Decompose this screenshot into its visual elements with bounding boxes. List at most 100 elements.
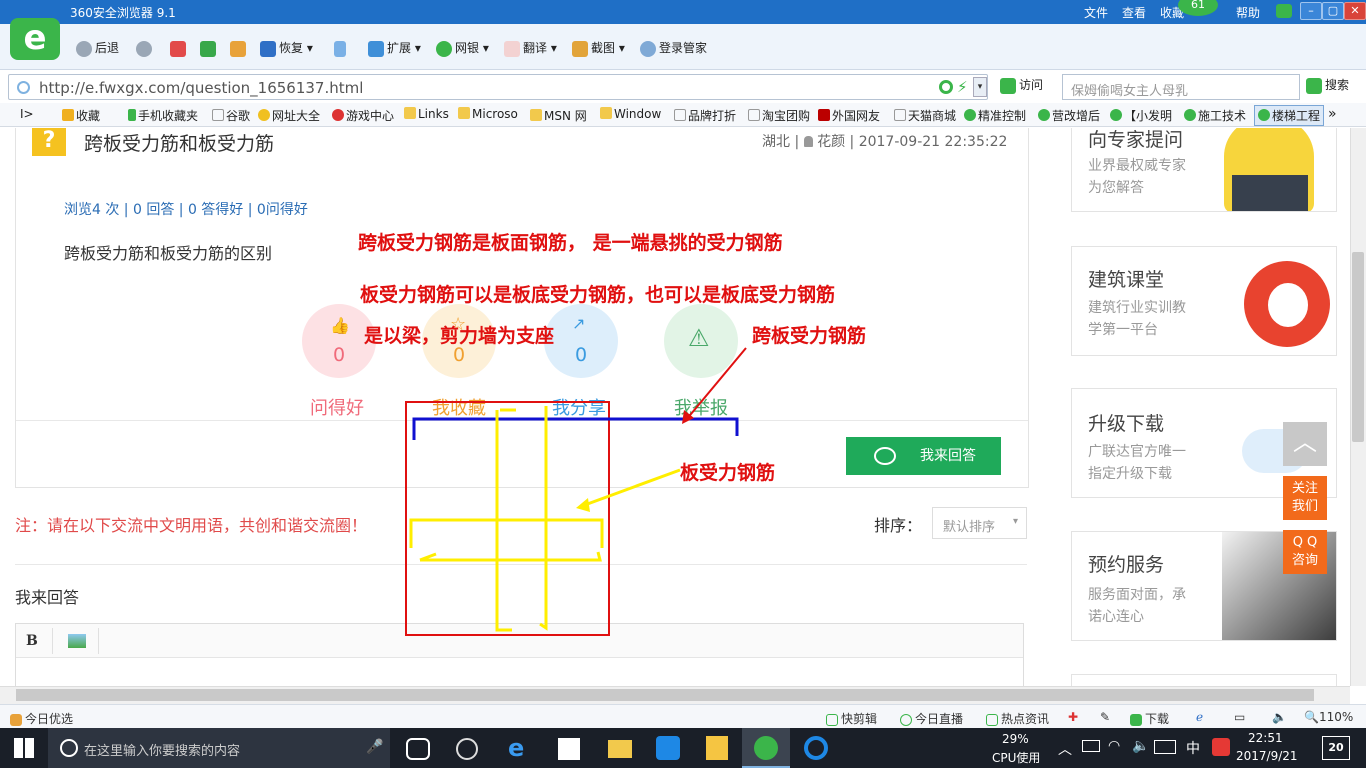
horizontal-scroll-thumb[interactable] — [16, 689, 1314, 701]
address-dropdown[interactable]: ▾ — [973, 77, 987, 97]
status-item-live[interactable]: 今日直播 — [900, 710, 963, 727]
menu-view[interactable]: 查看 — [1122, 4, 1146, 21]
yellow-pointer-arrow — [581, 468, 681, 508]
status-item-download[interactable]: 下载 — [1130, 710, 1169, 727]
ie-icon[interactable]: ℯ — [1196, 710, 1203, 724]
favorites-toggle-icon[interactable]: I> — [20, 107, 34, 121]
address-bar[interactable]: http://e.fwxgx.com/question_1656137.html… — [8, 74, 988, 100]
url-text[interactable]: http://e.fwxgx.com/question_1656137.html — [39, 79, 363, 97]
clock-date[interactable]: 2017/9/21 — [1236, 749, 1298, 763]
sidebar-card-more[interactable] — [1071, 674, 1337, 686]
app-g-icon[interactable] — [804, 736, 828, 760]
search-input[interactable]: 保姆偷喝女主人母乳 — [1062, 74, 1300, 100]
mascot-suit — [1232, 175, 1308, 211]
today-picks[interactable]: 今日优选 — [10, 710, 73, 727]
fav-item[interactable]: 外国网友 — [818, 107, 880, 124]
translate-icon — [504, 40, 520, 57]
home-button[interactable] — [230, 38, 249, 58]
back-arrow-icon — [76, 40, 92, 57]
go-arrow-icon — [1000, 77, 1016, 94]
forward-button[interactable] — [136, 38, 155, 58]
bank-button[interactable]: 网银 ▾ — [436, 38, 489, 58]
extensions-button[interactable]: 扩展 ▾ — [368, 38, 421, 58]
fav-item[interactable]: 游戏中心 — [332, 107, 394, 124]
game-icon — [332, 109, 344, 121]
back-button[interactable]: 后退 — [76, 38, 119, 58]
security-icon[interactable] — [939, 80, 953, 94]
app-spiral-icon[interactable] — [456, 738, 478, 760]
sidebar-card-class[interactable]: 建筑课堂 建筑行业实训教 学第一平台 — [1071, 246, 1337, 356]
vertical-scroll-thumb[interactable] — [1352, 252, 1364, 442]
file-explorer-icon[interactable] — [608, 740, 632, 758]
fav-item[interactable]: 施工技术 — [1184, 107, 1246, 124]
sogou-icon[interactable] — [1212, 738, 1230, 756]
zoom-level[interactable]: 🔍110% — [1304, 710, 1353, 724]
tray-up-icon[interactable]: ︿ — [1058, 739, 1072, 759]
fav-item[interactable]: Links — [404, 107, 449, 121]
pin-icon[interactable]: ✎ — [1100, 710, 1110, 724]
minimize-button[interactable]: – — [1300, 2, 1322, 20]
wifi-icon[interactable]: ◠ — [1108, 738, 1120, 754]
speaker-icon[interactable]: 🔈 — [1272, 710, 1287, 724]
maximize-button[interactable]: ▢ — [1322, 2, 1344, 20]
fav-item[interactable]: 网址大全 — [258, 107, 320, 124]
qq-consult-button[interactable]: Q Q 咨询 — [1283, 530, 1327, 574]
fav-item[interactable]: Window — [600, 107, 661, 121]
fav-item[interactable]: 天猫商城 — [894, 107, 956, 124]
fav-item[interactable]: MSN 网 — [530, 107, 587, 124]
blue-bracket — [412, 417, 739, 440]
fav-item[interactable]: 收藏 — [62, 107, 100, 124]
menu-help[interactable]: 帮助 — [1236, 4, 1260, 21]
status-item-clip[interactable]: 快剪辑 — [826, 710, 877, 727]
wechat-icon — [964, 109, 976, 121]
visit-button[interactable]: 访问 — [1000, 76, 1043, 94]
follow-us-button[interactable]: 关注 我们 — [1283, 476, 1327, 520]
edge-icon[interactable]: e — [508, 734, 524, 762]
store-icon[interactable] — [558, 738, 580, 760]
fav-item[interactable]: 手机收藏夹 — [128, 107, 198, 124]
clock-time[interactable]: 22:51 — [1248, 731, 1283, 745]
restore-button[interactable]: 恢复 ▾ — [260, 38, 313, 58]
close-button[interactable]: ✕ — [1344, 2, 1366, 20]
login-manager-button[interactable]: 登录管家 — [640, 38, 707, 58]
phone-icon — [334, 40, 346, 57]
refresh-button[interactable] — [200, 38, 219, 58]
fav-item[interactable]: 淘宝团购 — [748, 107, 810, 124]
skin-icon[interactable] — [1276, 4, 1292, 18]
notes-icon[interactable] — [706, 736, 728, 760]
windows-start-icon[interactable] — [14, 738, 34, 758]
gift-icon — [10, 713, 22, 726]
browser-360-icon[interactable] — [754, 736, 778, 760]
forward-arrow-icon — [136, 40, 152, 57]
window-icon[interactable]: ▭ — [1234, 710, 1245, 724]
fav-item[interactable]: 精准控制 — [964, 107, 1026, 124]
fav-item-active[interactable]: 楼梯工程 — [1254, 105, 1325, 126]
action-center-badge[interactable]: 20 — [1322, 736, 1350, 760]
fav-item[interactable]: 谷歌 — [212, 107, 250, 124]
cpu-label: CPU使用 — [992, 751, 1041, 765]
back-to-top-button[interactable]: ︿ — [1283, 422, 1327, 466]
status-item-news[interactable]: 热点资讯 — [986, 710, 1049, 727]
volume-icon[interactable]: 🔈 — [1132, 738, 1149, 754]
fav-item[interactable]: Microso — [458, 107, 518, 121]
fav-item[interactable]: 【小发明 — [1110, 107, 1172, 124]
keyboard-icon[interactable] — [1154, 740, 1176, 754]
ime-indicator[interactable]: 中 — [1186, 738, 1200, 758]
app-blue-icon[interactable] — [656, 736, 680, 760]
cortana-icon — [60, 739, 78, 757]
search-button[interactable]: 搜索 — [1306, 76, 1349, 94]
battery-icon[interactable] — [1082, 740, 1100, 752]
more-favorites-icon[interactable]: » — [1328, 106, 1337, 122]
taskbar-search[interactable]: 在这里输入你要搜索的内容 🎤 — [48, 728, 390, 768]
sidebar-card-expert[interactable]: 向专家提问 业界最权威专家 为您解答 — [1071, 128, 1337, 212]
phone-button[interactable] — [334, 38, 349, 58]
fav-item[interactable]: 营改增后 — [1038, 107, 1100, 124]
task-view-icon[interactable] — [406, 738, 430, 760]
lightning-icon[interactable]: ⚡ — [957, 78, 968, 96]
fav-item[interactable]: 品牌打折 — [674, 107, 736, 124]
status-plus-icon[interactable]: ✚ — [1068, 710, 1078, 724]
menu-file[interactable]: 文件 — [1084, 4, 1108, 21]
stop-button[interactable] — [170, 38, 189, 58]
translate-button[interactable]: 翻译 ▾ — [504, 38, 557, 58]
screenshot-button[interactable]: 截图 ▾ — [572, 38, 625, 58]
